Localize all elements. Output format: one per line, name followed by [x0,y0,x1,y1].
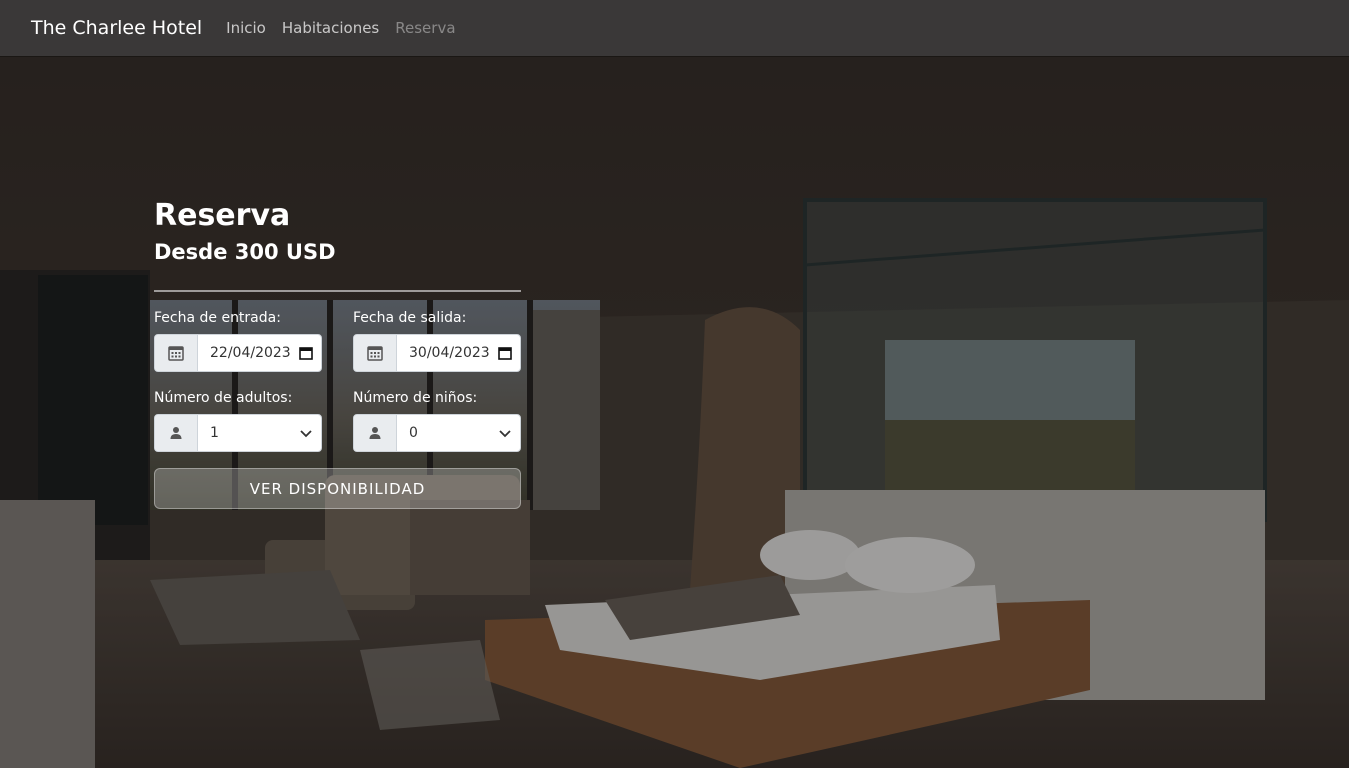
person-icon [354,415,397,451]
nav-link-inicio[interactable]: Inicio [226,19,266,37]
checkin-value[interactable]: 22/04/2023 [210,345,291,361]
checkout-value[interactable]: 30/04/2023 [409,345,490,361]
children-select[interactable]: 0 [353,414,521,452]
date-picker-icon[interactable] [498,346,512,360]
adults-select[interactable]: 1 [154,414,322,452]
check-availability-button[interactable]: VER DISPONIBILIDAD [154,468,521,509]
price-subtitle: Desde 300 USD [154,240,336,264]
divider [154,290,521,292]
calendar-icon [155,335,198,371]
children-label: Número de niños: [353,390,478,406]
date-picker-icon[interactable] [299,346,313,360]
nav-link-habitaciones[interactable]: Habitaciones [282,19,379,37]
reservation-form: Reserva Desde 300 USD Fecha de entrada: … [154,198,521,509]
checkin-label: Fecha de entrada: [154,310,281,326]
nav-link-reserva[interactable]: Reserva [395,19,455,37]
chevron-down-icon[interactable] [299,426,313,440]
page-title: Reserva [154,198,291,233]
brand-link[interactable]: The Charlee Hotel [31,17,202,39]
calendar-icon [354,335,397,371]
children-value[interactable]: 0 [409,425,418,441]
adults-label: Número de adultos: [154,390,293,406]
checkin-date-field[interactable]: 22/04/2023 [154,334,322,372]
navbar: The Charlee Hotel Inicio Habitaciones Re… [0,0,1349,56]
checkout-label: Fecha de salida: [353,310,467,326]
adults-value[interactable]: 1 [210,425,219,441]
hero-section: Reserva Desde 300 USD Fecha de entrada: … [0,56,1349,768]
person-icon [155,415,198,451]
checkout-date-field[interactable]: 30/04/2023 [353,334,521,372]
chevron-down-icon[interactable] [498,426,512,440]
